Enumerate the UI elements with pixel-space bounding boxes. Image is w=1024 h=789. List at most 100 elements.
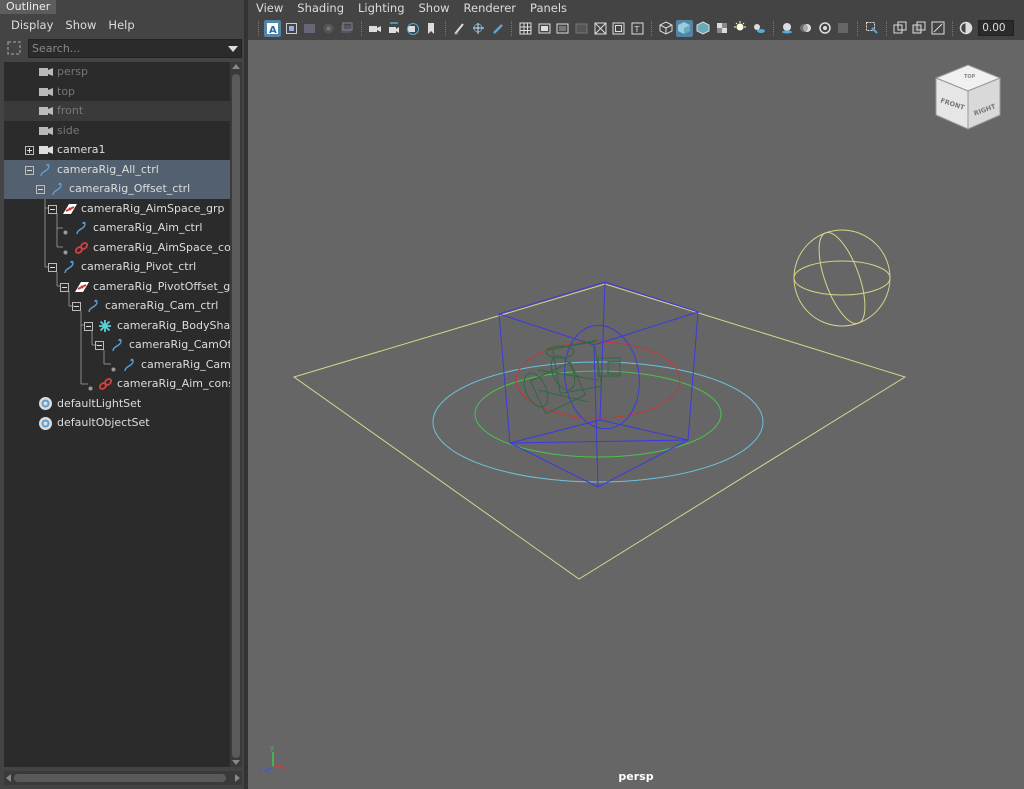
camera-rotate-icon[interactable] xyxy=(404,20,421,37)
menu-view[interactable]: View xyxy=(248,0,289,17)
camera-name-label: persp xyxy=(618,770,654,783)
scroll-down-icon[interactable] xyxy=(232,760,240,765)
outliner-horizontal-scrollbar[interactable] xyxy=(4,771,242,785)
collapse-icon[interactable] xyxy=(25,165,34,178)
tree-row-camerarig-aimspace-constra[interactable]: cameraRig_AimSpace_constra xyxy=(4,238,230,258)
bookmark-icon[interactable] xyxy=(423,20,440,37)
tree-row-camerarig-pivotoffset-grp[interactable]: cameraRig_PivotOffset_grp xyxy=(4,277,230,297)
search-dropdown-icon[interactable] xyxy=(228,45,238,52)
menu-panels[interactable]: Panels xyxy=(522,0,573,17)
pan-zoom-icon[interactable] xyxy=(470,20,487,37)
collapse-icon[interactable] xyxy=(72,301,81,314)
menu-lighting[interactable]: Lighting xyxy=(350,0,410,17)
xray-joints-icon[interactable] xyxy=(929,20,946,37)
set-icon xyxy=(38,415,53,431)
select-camera-icon[interactable]: A xyxy=(264,19,281,37)
wireframe-on-shaded-icon[interactable] xyxy=(694,20,711,37)
field-chart-icon[interactable] xyxy=(592,20,609,37)
smooth-shade-icon[interactable] xyxy=(675,19,693,37)
depth-of-field-icon[interactable] xyxy=(835,20,852,37)
shadows-icon[interactable] xyxy=(750,20,767,37)
tree-row-camerarig-pivot-ctrl[interactable]: cameraRig_Pivot_ctrl xyxy=(4,257,230,277)
collapse-icon[interactable] xyxy=(48,262,57,275)
tree-row-defaultlightset[interactable]: defaultLightSet xyxy=(4,394,230,414)
xray-active-icon[interactable] xyxy=(910,20,927,37)
tree-row-defaultobjectset[interactable]: defaultObjectSet xyxy=(4,413,230,433)
outliner-tab[interactable]: Outliner xyxy=(0,0,56,14)
tree-row-label: front xyxy=(57,104,84,117)
bookmarks-icon[interactable] xyxy=(301,20,318,37)
tree-row-camerarig-offset-ctrl[interactable]: cameraRig_Offset_ctrl xyxy=(4,179,230,199)
tree-row-label: cameraRig_PivotOffset_grp xyxy=(93,279,230,293)
horizontal-scroll-thumb[interactable] xyxy=(14,774,226,782)
outliner-vertical-scrollbar[interactable] xyxy=(230,62,242,767)
outliner-panel: Outliner Display Show Help Search... per… xyxy=(0,0,244,789)
scroll-right-icon[interactable] xyxy=(235,774,240,782)
menu-show[interactable]: Show xyxy=(59,14,102,36)
tree-row-camerarig-cam-ctrl[interactable]: cameraRig_Cam_ctrl xyxy=(4,296,230,316)
paint-tool-icon[interactable] xyxy=(489,20,506,37)
tree-row-label: side xyxy=(57,123,80,137)
menu-show[interactable]: Show xyxy=(411,0,456,17)
expand-icon[interactable] xyxy=(25,145,34,158)
resolution-gate-icon[interactable] xyxy=(554,20,571,37)
vertical-scroll-thumb[interactable] xyxy=(232,74,240,758)
transform-icon xyxy=(62,201,78,217)
tree-row-camerarig-camrol[interactable]: cameraRig_CamRol xyxy=(4,355,230,375)
isolate-select-icon[interactable] xyxy=(863,20,880,37)
tree-row-camera1[interactable]: camera1 xyxy=(4,140,230,160)
tree-row-camerarig-aimspace-grp[interactable]: cameraRig_AimSpace_grp xyxy=(4,199,230,219)
exposure-field[interactable]: 0.00 xyxy=(978,20,1015,36)
collapse-icon[interactable] xyxy=(95,340,104,353)
menu-shading[interactable]: Shading xyxy=(289,0,350,17)
tree-row-front[interactable]: front xyxy=(4,101,230,121)
set-icon xyxy=(38,396,53,412)
tree-row-camerarig-aim-constrai[interactable]: cameraRig_Aim_constrai xyxy=(4,374,230,394)
two-d-pan-icon[interactable] xyxy=(338,20,355,37)
use-all-lights-icon[interactable] xyxy=(732,20,749,37)
menu-help[interactable]: Help xyxy=(102,14,140,36)
camera-icon[interactable] xyxy=(367,20,384,37)
tree-row-camerarig-bodyshake-l[interactable]: cameraRig_BodyShake_l xyxy=(4,316,230,336)
scroll-up-icon[interactable] xyxy=(232,64,240,69)
exposure-icon[interactable] xyxy=(958,20,975,37)
search-input[interactable] xyxy=(29,41,209,55)
camera-aim-icon[interactable] xyxy=(386,20,403,37)
tree-row-persp[interactable]: persp xyxy=(4,62,230,82)
curve-icon xyxy=(110,337,124,353)
select-filter-icon[interactable] xyxy=(4,38,24,58)
grid-icon[interactable] xyxy=(517,20,534,37)
axis-gizmo: y x z xyxy=(259,744,286,773)
textured-icon[interactable] xyxy=(713,20,730,37)
safe-title-icon[interactable]: T xyxy=(629,20,646,37)
outliner-tree: persp top front side camera1 cameraRig_All_ct… xyxy=(4,62,230,767)
gate-mask-icon[interactable] xyxy=(573,20,590,37)
scroll-left-icon[interactable] xyxy=(6,774,11,782)
motion-blur-icon[interactable] xyxy=(797,20,814,37)
tree-row-label: cameraRig_Offset_ctrl xyxy=(69,182,191,195)
image-plane-icon[interactable] xyxy=(320,20,337,37)
tree-row-camerarig-aim-ctrl[interactable]: cameraRig_Aim_ctrl xyxy=(4,218,230,238)
collapse-icon[interactable] xyxy=(36,184,45,197)
menu-display[interactable]: Display xyxy=(0,14,59,36)
tree-row-top[interactable]: top xyxy=(4,82,230,102)
tree-row-side[interactable]: side xyxy=(4,121,230,141)
svg-text:A: A xyxy=(269,25,277,35)
viewport-3d[interactable]: TOP FRONT RIGHT y x z persp xyxy=(248,40,1024,789)
film-gate-icon[interactable] xyxy=(536,20,553,37)
camera-attributes-icon[interactable] xyxy=(283,20,300,37)
collapse-icon[interactable] xyxy=(48,204,57,217)
menu-renderer[interactable]: Renderer xyxy=(456,0,523,17)
xray-icon[interactable] xyxy=(892,20,909,37)
safe-action-icon[interactable] xyxy=(610,20,627,37)
axis-y-label: y xyxy=(270,744,274,752)
collapse-icon[interactable] xyxy=(60,282,69,295)
tree-row-camerarig-all-ctrl[interactable]: cameraRig_All_ctrl xyxy=(4,159,230,179)
grease-pencil-icon[interactable] xyxy=(451,20,468,37)
tree-row-camerarig-camoffset[interactable]: cameraRig_CamOffset xyxy=(4,335,230,355)
collapse-icon[interactable] xyxy=(84,321,93,334)
screen-space-ao-icon[interactable] xyxy=(779,20,796,37)
multisample-aa-icon[interactable] xyxy=(816,20,833,37)
wireframe-icon[interactable] xyxy=(657,20,674,37)
curve-icon xyxy=(62,259,76,275)
